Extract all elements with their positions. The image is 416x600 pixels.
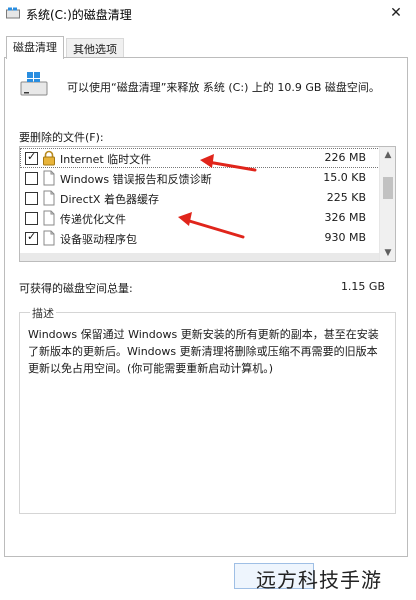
file-name: Internet 临时文件 (60, 153, 152, 166)
close-icon: ✕ (390, 5, 402, 21)
files-list[interactable]: ✓ Internet 临时文件 226 MB Windows 错误报告和反馈诊断… (19, 146, 396, 262)
title-bar: 系统(C:)的磁盘清理 ✕ (0, 0, 416, 28)
file-size: 930 MB (324, 231, 366, 244)
drive-icon (6, 7, 20, 19)
checkbox-unchecked[interactable] (25, 212, 38, 225)
checkbox-checked[interactable]: ✓ (25, 230, 38, 245)
checkbox-unchecked[interactable] (25, 192, 38, 205)
blank-file-icon (43, 190, 55, 206)
description-group: 描述 Windows 保留通过 Windows 更新安装的所有更新的副本，甚至在… (19, 305, 396, 514)
total-space-value: 1.15 GB (340, 280, 385, 293)
drive-cleanup-icon (20, 72, 48, 96)
list-item-internet-temp[interactable]: ✓ Internet 临时文件 226 MB (20, 148, 380, 168)
list-item-delivery-optimization[interactable]: 传递优化文件 326 MB (20, 208, 380, 228)
tab-more-options[interactable]: 其他选项 (66, 38, 124, 58)
blank-file-icon (43, 170, 55, 186)
scroll-down-icon[interactable]: ▼ (380, 245, 395, 261)
blank-file-icon (43, 210, 55, 226)
list-item-directx-cache[interactable]: DirectX 着色器缓存 225 KB (20, 188, 380, 208)
check-icon: ✓ (27, 150, 37, 163)
watermark-text: 远方科技手游 (256, 568, 382, 592)
checkbox-unchecked[interactable] (25, 172, 38, 185)
file-size: 225 KB (326, 191, 366, 204)
file-name: 设备驱动程序包 (60, 233, 137, 246)
file-name: DirectX 着色器缓存 (60, 193, 159, 206)
scroll-up-icon[interactable]: ▲ (380, 147, 395, 163)
close-button[interactable]: ✕ (376, 0, 416, 26)
intro-text: 可以使用“磁盘清理”来释放 系统 (C:) 上的 10.9 GB 磁盘空间。 (67, 81, 380, 94)
description-text: Windows 保留通过 Windows 更新安装的所有更新的副本，甚至在安装了… (28, 328, 379, 375)
file-name: Windows 错误报告和反馈诊断 (60, 173, 212, 186)
total-space-label: 可获得的磁盘空间总量: (19, 282, 133, 295)
tab-strip: 磁盘清理 其他选项 (4, 36, 408, 59)
horizontal-scrollbar[interactable] (20, 253, 380, 261)
tab-disk-cleanup[interactable]: 磁盘清理 (6, 36, 64, 59)
file-name: 传递优化文件 (60, 213, 126, 226)
checkbox-checked[interactable]: ✓ (25, 150, 38, 165)
description-title: 描述 (30, 305, 56, 321)
blank-file-icon (43, 230, 55, 246)
list-item-driver-packages[interactable]: ✓ 设备驱动程序包 930 MB (20, 228, 380, 248)
files-to-delete-label: 要删除的文件(F): (19, 131, 104, 144)
window-title: 系统(C:)的磁盘清理 (26, 8, 132, 22)
scroll-thumb[interactable] (383, 177, 393, 199)
file-size: 15.0 KB (323, 171, 366, 184)
file-size: 226 MB (324, 151, 366, 164)
lock-icon (43, 150, 55, 166)
list-item-error-reports[interactable]: Windows 错误报告和反馈诊断 15.0 KB (20, 168, 380, 188)
tab-panel: 可以使用“磁盘清理”来释放 系统 (C:) 上的 10.9 GB 磁盘空间。 要… (4, 57, 408, 557)
file-size: 326 MB (324, 211, 366, 224)
vertical-scrollbar[interactable]: ▲ ▼ (379, 147, 395, 261)
check-icon: ✓ (27, 230, 37, 243)
